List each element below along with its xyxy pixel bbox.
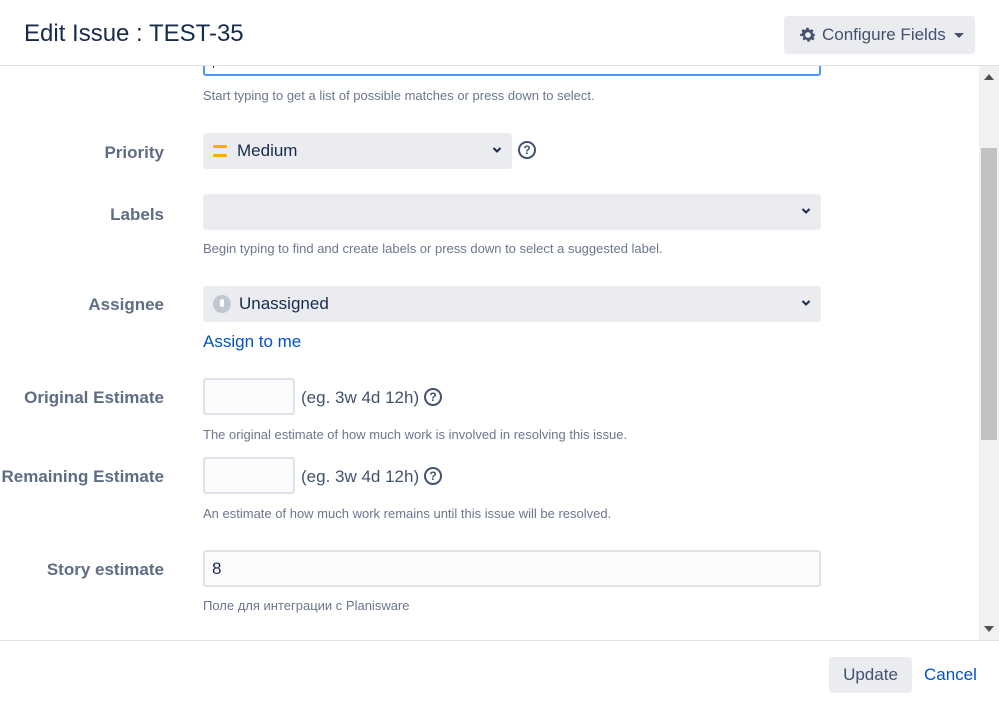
versions-description: Start typing to get a list of possible m… [203, 88, 595, 103]
original-estimate-format-hint: (eg. 3w 4d 12h) [301, 388, 420, 407]
original-estimate-label: Original Estimate [24, 388, 164, 407]
remaining-estimate-label: Remaining Estimate [1, 467, 165, 486]
assignee-select[interactable]: Unassigned [203, 286, 821, 322]
configure-fields-label: Configure Fields [822, 25, 946, 44]
help-icon[interactable]: ? [424, 388, 442, 406]
priority-select[interactable]: Medium [203, 133, 512, 169]
gear-icon [800, 27, 816, 42]
original-estimate-input[interactable] [203, 378, 295, 415]
dialog-title: Edit Issue : TEST-35 [24, 20, 244, 47]
scroll-up-arrow-icon[interactable] [984, 74, 994, 80]
dialog-footer: Update Cancel [0, 640, 999, 702]
labels-description: Begin typing to find and create labels o… [203, 241, 663, 256]
story-estimate-description: Поле для интеграции с Planisware [203, 598, 410, 613]
story-estimate-input[interactable]: 8 [203, 550, 821, 587]
text-cursor [213, 66, 214, 68]
update-button[interactable]: Update [829, 657, 912, 693]
original-estimate-description: The original estimate of how much work i… [203, 427, 628, 442]
priority-medium-icon [213, 145, 227, 157]
form-content: Start typing to get a list of possible m… [0, 66, 979, 640]
chevron-down-icon [492, 147, 502, 153]
chevron-down-icon [801, 300, 811, 306]
scrollbar-thumb[interactable] [981, 148, 997, 440]
cancel-link[interactable]: Cancel [924, 665, 977, 685]
configure-fields-button[interactable]: Configure Fields [784, 16, 975, 54]
scroll-down-arrow-icon[interactable] [984, 626, 994, 632]
assignee-value: Unassigned [239, 294, 329, 313]
dialog-header: Edit Issue : TEST-35 Configure Fields [0, 0, 999, 66]
unassigned-avatar-icon [213, 295, 231, 313]
story-estimate-label: Story estimate [46, 560, 164, 579]
versions-input[interactable] [203, 66, 821, 76]
remaining-estimate-format-hint: (eg. 3w 4d 12h) [301, 467, 420, 486]
labels-select[interactable] [203, 194, 821, 230]
priority-value: Medium [237, 141, 298, 160]
priority-label: Priority [104, 143, 164, 162]
help-icon[interactable]: ? [424, 467, 442, 485]
caret-down-icon [953, 32, 964, 38]
assign-to-me-link[interactable]: Assign to me [203, 332, 301, 352]
remaining-estimate-description: An estimate of how much work remains unt… [203, 506, 612, 521]
labels-label: Labels [110, 205, 164, 224]
scrollbar[interactable] [979, 66, 999, 640]
assignee-label: Assignee [88, 295, 164, 314]
help-icon[interactable]: ? [518, 141, 536, 159]
chevron-down-icon [801, 208, 811, 214]
remaining-estimate-input[interactable] [203, 457, 295, 494]
